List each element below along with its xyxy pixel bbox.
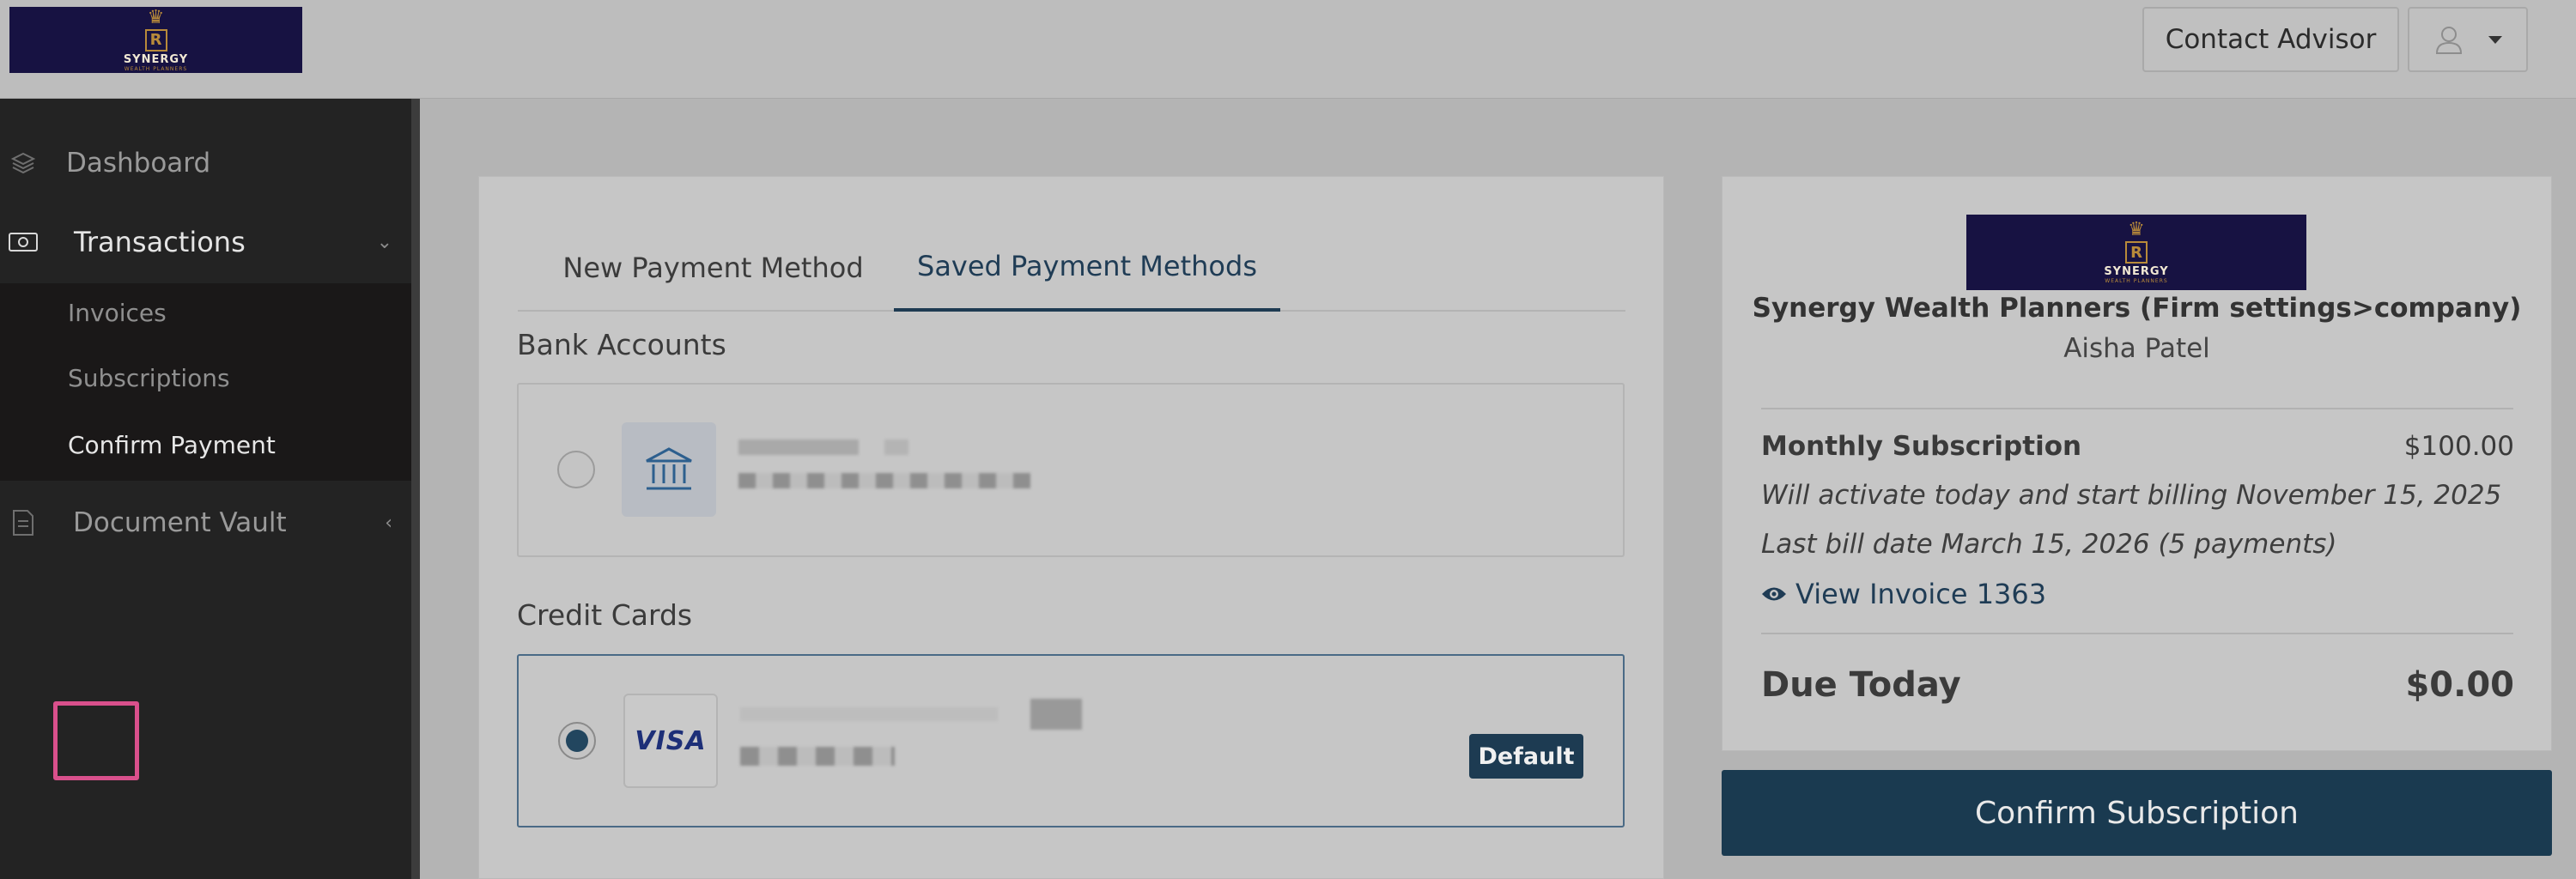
- selection-highlight: [53, 701, 139, 780]
- last-bill-note: Last bill date March 15, 2026 (5 payment…: [1761, 529, 2337, 560]
- sidebar-item-transactions[interactable]: Transactions ⌄: [0, 215, 411, 270]
- contact-advisor-button[interactable]: Contact Advisor: [2142, 7, 2399, 72]
- sidebar-item-dashboard[interactable]: Dashboard: [0, 137, 411, 189]
- bank-icon: [646, 447, 692, 490]
- user-icon: [2435, 27, 2463, 54]
- eye-icon: [1762, 587, 1786, 601]
- sidebar-item-label: Transactions: [74, 226, 246, 258]
- chevron-down-icon: [2488, 35, 2502, 44]
- credit-card-radio[interactable]: [558, 722, 596, 760]
- logo-tagline: WEALTH PLANNERS: [124, 65, 188, 72]
- sidebar-item-document-vault[interactable]: Document Vault ‹: [0, 496, 411, 549]
- sidebar-item-label: Dashboard: [66, 148, 211, 179]
- company-logo[interactable]: ♛ R SYNERGY WEALTH PLANNERS: [9, 7, 302, 73]
- tab-new-payment-method[interactable]: New Payment Method: [518, 224, 908, 312]
- divider: [1761, 633, 2513, 634]
- firm-name: Synergy Wealth Planners (Firm settings>c…: [1752, 293, 2522, 324]
- confirm-subscription-button[interactable]: Confirm Subscription: [1722, 770, 2552, 856]
- logo-wordmark: SYNERGY: [2104, 265, 2169, 278]
- logo-monogram: R: [2125, 241, 2148, 264]
- redacted-card-expiry: [740, 747, 895, 766]
- logo-monogram: R: [144, 28, 167, 52]
- sidebar-subitem-label: Subscriptions: [68, 364, 230, 392]
- user-menu-button[interactable]: [2408, 7, 2528, 72]
- sidebar-item-label: Document Vault: [73, 507, 287, 538]
- document-icon: [9, 508, 38, 537]
- sidebar-subitem-confirm-payment[interactable]: Confirm Payment: [0, 415, 411, 481]
- payment-tabs: New Payment Method Saved Payment Methods: [518, 224, 1625, 312]
- redacted-bank-name: [738, 440, 859, 455]
- view-invoice-label: View Invoice 1363: [1795, 578, 2047, 610]
- due-today-amount: $0.00: [2405, 665, 2514, 705]
- visa-logo: VISA: [635, 725, 707, 756]
- due-today-label: Due Today: [1761, 665, 1961, 705]
- credit-cards-heading: Credit Cards: [517, 598, 693, 632]
- chevron-left-icon: ‹: [385, 512, 392, 534]
- view-invoice-link[interactable]: View Invoice 1363: [1761, 578, 2046, 610]
- tab-saved-payment-methods[interactable]: Saved Payment Methods: [894, 224, 1280, 312]
- firm-logo: ♛ R SYNERGY WEALTH PLANNERS: [1966, 215, 2306, 290]
- sidebar-subitem-invoices[interactable]: Invoices: [0, 283, 411, 345]
- crown-icon: ♛: [147, 6, 165, 28]
- logo-tagline: WEALTH PLANNERS: [2105, 278, 2168, 284]
- redacted-card-name: [740, 707, 998, 721]
- bank-accounts-heading: Bank Accounts: [517, 328, 726, 361]
- subscription-amount: $100.00: [2403, 431, 2514, 462]
- redacted-card-last4: [1030, 699, 1082, 730]
- crown-icon: ♛: [2128, 219, 2145, 240]
- chevron-down-icon: ⌄: [376, 231, 392, 253]
- client-name: Aisha Patel: [2063, 333, 2210, 364]
- sidebar-subitem-subscriptions[interactable]: Subscriptions: [0, 345, 411, 415]
- logo-wordmark: SYNERGY: [123, 52, 189, 66]
- layers-icon: [9, 149, 38, 178]
- bank-account-radio[interactable]: [557, 451, 595, 488]
- sidebar-subitem-label: Invoices: [68, 299, 167, 327]
- divider: [1761, 408, 2513, 409]
- redacted-bank-name: [884, 440, 908, 455]
- activation-note: Will activate today and start billing No…: [1761, 480, 2502, 511]
- sidebar-subitem-label: Confirm Payment: [68, 431, 276, 459]
- cash-icon: [9, 227, 38, 257]
- default-badge: Default: [1469, 734, 1583, 779]
- sidebar-scrollbar[interactable]: [411, 99, 420, 879]
- card-thumbnail: VISA: [623, 694, 718, 788]
- bank-thumbnail: [622, 422, 716, 517]
- redacted-bank-number: [738, 473, 1030, 488]
- subscription-label: Monthly Subscription: [1761, 431, 2082, 462]
